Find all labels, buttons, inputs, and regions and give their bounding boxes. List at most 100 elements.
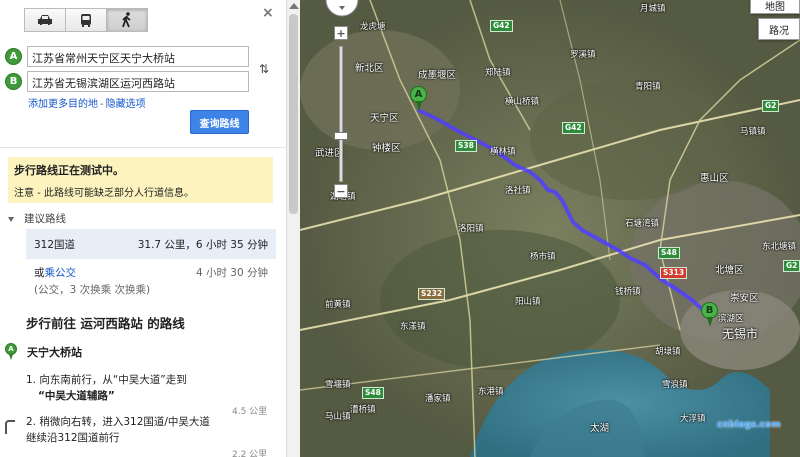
map-label: 崇安区 [730,293,759,304]
road-shield: G42 [562,122,585,134]
map-label: 青阳镇 [635,82,661,92]
road-shield: S38 [455,140,477,152]
map-label: 大浮镇 [680,414,706,424]
map-label: 东港镇 [478,387,504,397]
step-line: 继续沿312国道前行 [26,432,120,444]
link-separator: - [100,99,104,110]
pan-control-icon[interactable] [322,0,362,18]
route-stats: 31.7 公里，6 小时 35 分钟 [137,238,268,251]
map-label: 漕桥镇 [350,405,376,415]
map-label: 无锡市 [722,327,759,341]
map-label: 胡埭镇 [655,347,681,357]
transit-prefix: 或 [34,267,45,279]
map-label: 横林镇 [490,147,516,157]
watermark-logo: cnblogs.com [717,420,781,430]
suggested-routes-label: 建议路线 [24,213,66,225]
road-shield: S232 [418,288,446,300]
driving-mode-button[interactable] [24,8,66,32]
scroll-thumb[interactable] [289,14,298,214]
map-label: 雪浪镇 [662,380,688,390]
map-label: 月城镇 [640,4,666,14]
walk-icon [122,12,131,28]
route-start-pin[interactable]: A [410,86,427,111]
hide-options-link[interactable]: 隐藏选项 [106,99,146,110]
close-icon[interactable]: × [262,5,274,21]
car-icon [38,15,52,25]
map-label: 杨市镇 [530,252,556,262]
route-option[interactable]: 312国道 31.7 公里，6 小时 35 分钟 [26,229,276,259]
map-label: 石塘湾镇 [625,219,660,229]
map-label: 惠山区 [700,173,729,184]
map-label: 钟楼区 [372,143,401,154]
search-route-button[interactable]: 查询路线 [190,110,249,134]
map-label: 前黄镇 [325,300,351,310]
walking-mode-button[interactable] [106,8,148,32]
road-shield: G2 [783,260,800,272]
map-label: 罗溪镇 [570,50,596,60]
origin-input[interactable]: 江苏省常州天宁区天宁大桥站 [27,46,249,67]
map-label: 阳山镇 [515,297,541,307]
start-label: 天宁大桥站 [27,346,82,359]
road-shield: S48 [362,387,384,399]
road-shield: G42 [490,20,513,32]
map-label: 太湖 [590,423,610,434]
steps-title: 步行前往 运河西路站 的路线 [26,316,185,331]
zoom-in-button[interactable]: + [334,26,348,40]
zoom-track[interactable] [334,46,348,182]
directions-panel: × A 江苏省常州天宁区天宁大桥站 B 江苏省无锡滨湖区运河西路站 ⇅ 添加更多… [0,0,286,457]
collapse-triangle-icon [8,216,14,222]
map-label: 钱桥镇 [615,287,641,297]
start-pin-icon: A [5,343,17,361]
panel-scrollbar[interactable] [286,0,300,457]
add-destination-link[interactable]: 添加更多目的地 [28,99,98,110]
step-item[interactable]: 2. 稍微向右转，进入312国道/中吴大道 继续沿312国道前行 [26,414,274,446]
transit-time: 4 小时 30 分钟 [195,267,268,279]
transit-details: (公交，3 次换乘 次换乘) [34,284,151,296]
options-links: 添加更多目的地 - 隐藏选项 [28,95,146,110]
route-name: 312国道 [34,238,76,251]
map-type-button[interactable]: 地图 [750,0,800,14]
destination-marker: B [5,73,22,90]
step-line: 1. 向东南前行，从“中吴大道”走到 [26,374,187,386]
turn-right-icon [5,420,15,434]
road-shield: S313 [660,267,688,279]
map-label: 马镇镇 [740,127,766,137]
suggested-routes-header[interactable]: 建议路线 [8,211,66,226]
map-label: 东北塘镇 [762,242,797,252]
step-distance: 2.2 公里 [232,450,268,457]
road-shield: G2 [762,100,780,112]
scroll-up-arrow-icon[interactable] [289,3,299,9]
traffic-button[interactable]: 路况 [758,18,800,40]
step-line: “中吴大道辅路” [38,390,115,402]
transit-option: 或乘公交 4 小时 30 分钟 (公交，3 次换乘 次换乘) [34,265,268,297]
map-label: 洛社镇 [505,186,531,196]
step-item[interactable]: 1. 向东南前行，从“中吴大道”走到 “中吴大道辅路” [26,372,274,404]
origin-row: A 江苏省常州天宁区天宁大桥站 [5,46,249,67]
map-label: 东漾镇 [400,322,426,332]
walking-beta-notice: 步行路线正在测试中。 注意 - 此路线可能缺乏部分人行道信息。 [8,157,273,203]
map-label: 潘家镇 [425,394,451,404]
satellite-map[interactable]: 月城镇 龙虎塘 罗溪镇 郑陆镇 横山桥镇 青阳镇 成墨堰区 新北区 天宁区 钟楼… [300,0,800,457]
zoom-slider-thumb[interactable] [334,132,348,140]
bus-icon [81,14,91,27]
map-label: 北塘区 [715,265,744,276]
transit-mode-button[interactable] [65,8,107,32]
destination-input[interactable]: 江苏省无锡滨湖区运河西路站 [27,71,249,92]
transit-link[interactable]: 乘公交 [45,267,77,279]
divider [0,147,286,148]
zoom-out-button[interactable]: − [334,184,348,198]
map-label: 滨湖区 [718,314,744,324]
map-label: 洛阳镇 [458,224,484,234]
map-label: 龙虎塘 [360,22,386,32]
zoom-control: + − [334,0,348,210]
notice-title: 步行路线正在测试中。 [14,164,124,177]
start-point: A 天宁大桥站 [5,343,82,361]
map-label: 横山桥镇 [505,97,540,107]
route-end-pin[interactable]: B [701,302,718,327]
road-shield: S48 [658,247,680,259]
swap-icon[interactable]: ⇅ [256,58,272,80]
destination-row: B 江苏省无锡滨湖区运河西路站 [5,71,249,92]
origin-marker: A [5,48,22,65]
travel-mode-bar [24,8,148,32]
map-label: 天宁区 [370,113,399,124]
